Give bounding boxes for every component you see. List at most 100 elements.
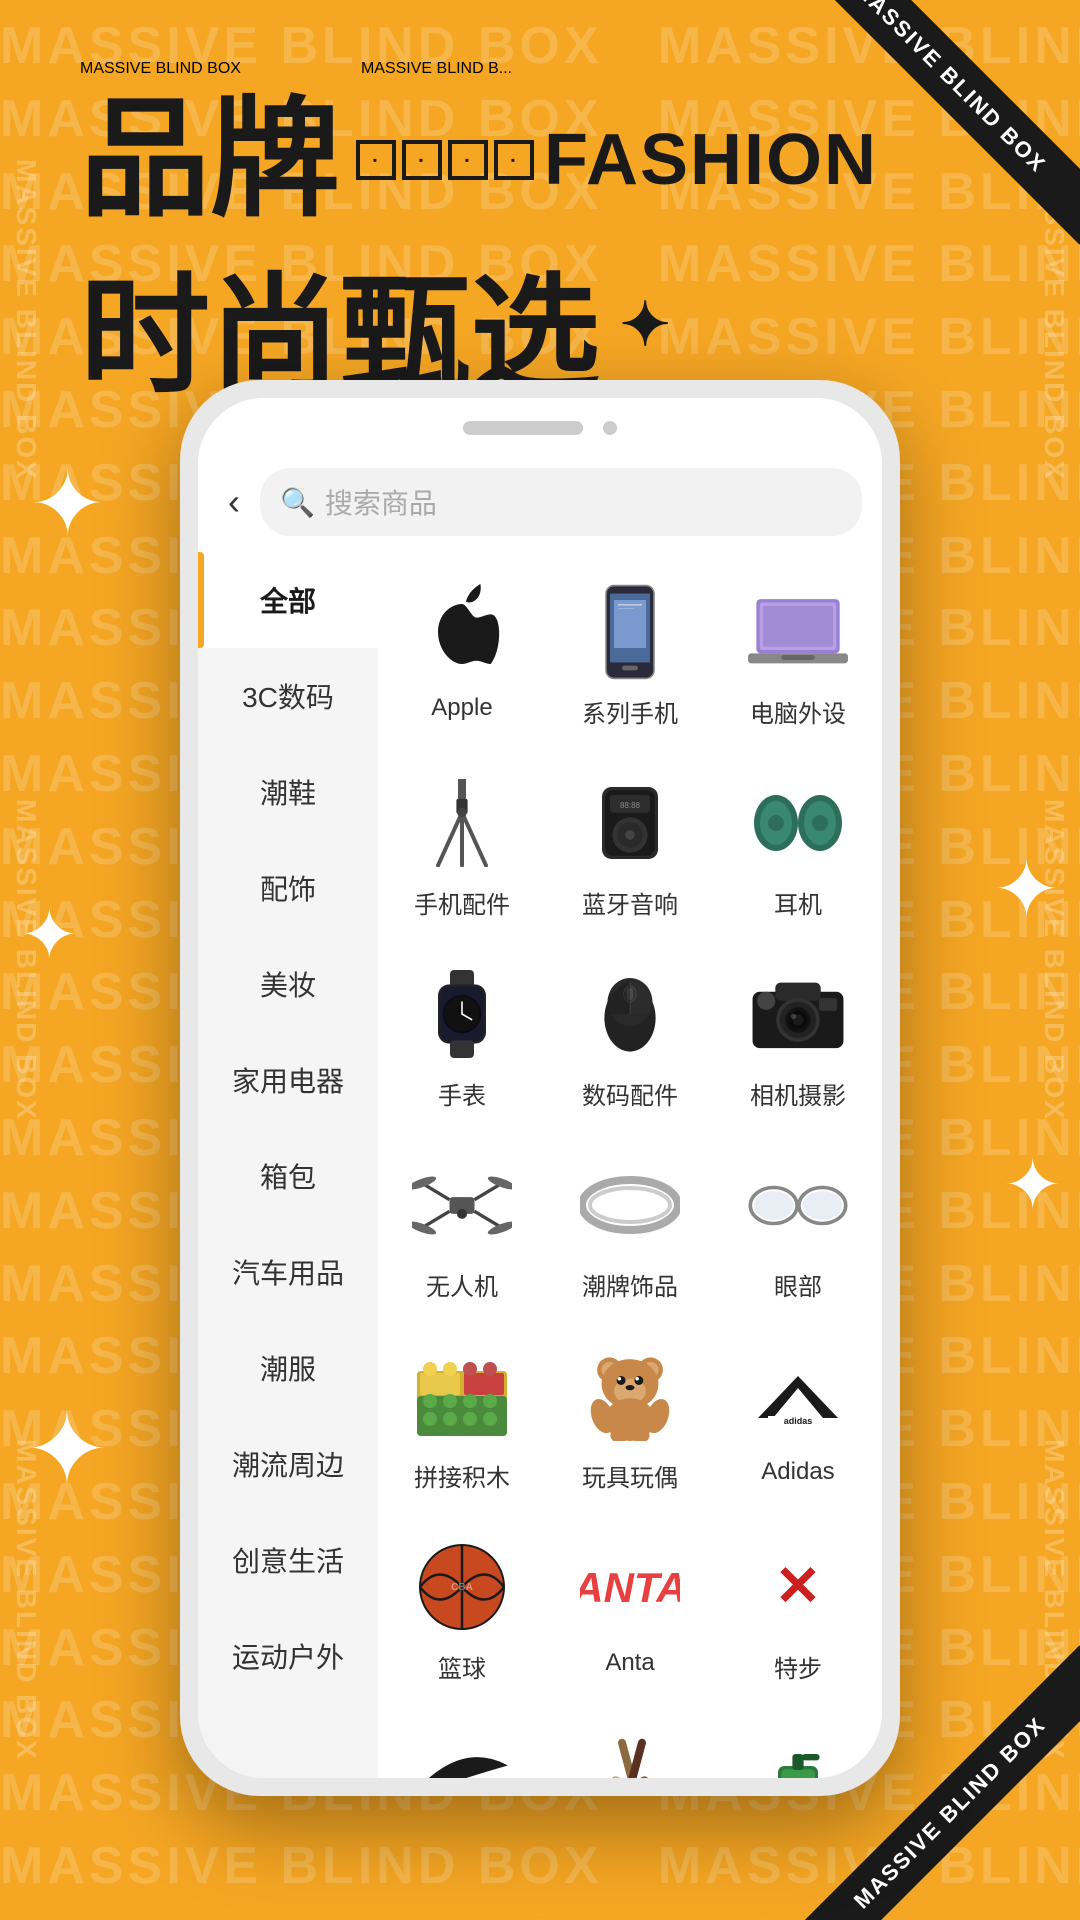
tripod-icon-wrap	[412, 773, 512, 873]
svg-text:88:88: 88:88	[620, 801, 641, 810]
category-mouse[interactable]: 数码配件	[546, 944, 714, 1135]
category-anta[interactable]: ANTA Anta	[546, 1517, 714, 1708]
category-laptop[interactable]: 电脑外设	[714, 562, 882, 753]
speaker-icon: 88:88	[594, 783, 666, 863]
apple-label: Apple	[431, 694, 492, 722]
anta-brand-icon: ANTA	[580, 1557, 680, 1617]
sidebar-item-makeup[interactable]: 美妆	[198, 936, 378, 1032]
basketball-icon: CBA	[417, 1542, 507, 1632]
qr-icons: ▪ ▪ ▪ ▪	[356, 140, 534, 180]
phone-outer: ‹ 🔍 搜索商品 全部 3C数码 潮鞋 配饰 美妆 家用电器 箱包 汽车用品	[180, 380, 900, 1796]
qr-box-3: ▪	[448, 140, 488, 180]
earbuds-label: 耳机	[774, 885, 822, 920]
teddy-icon-wrap	[580, 1346, 680, 1446]
svg-text:CBA: CBA	[451, 1582, 473, 1593]
glasses-icon	[748, 1183, 848, 1228]
diagonal-banner-top-right: MASSIVE BLIND BOX	[760, 0, 1080, 320]
bracelet-label: 潮牌饰品	[582, 1267, 678, 1302]
category-grid: Apple	[378, 562, 882, 1778]
apple-icon-wrap	[412, 582, 512, 682]
lego-icon	[412, 1351, 512, 1441]
content-area: Apple	[378, 552, 882, 1778]
back-button[interactable]: ‹	[218, 481, 250, 523]
sidebar-item-all[interactable]: 全部	[198, 552, 378, 648]
xtep-icon: ✕	[748, 1557, 848, 1617]
sidebar-item-shoes[interactable]: 潮鞋	[198, 744, 378, 840]
header-top-label-1: MASSIVE BLIND BOX	[80, 60, 241, 78]
shampoo-icon	[770, 1734, 826, 1778]
category-bracelet[interactable]: 潮牌饰品	[546, 1135, 714, 1326]
laptop-label: 电脑外设	[750, 694, 846, 729]
category-phone[interactable]: 系列手机	[546, 562, 714, 753]
teddy-icon	[590, 1352, 670, 1441]
category-camera[interactable]: 相机摄影	[714, 944, 882, 1135]
laptop-icon-wrap	[748, 582, 848, 682]
category-basketball[interactable]: CBA 篮球	[378, 1517, 546, 1708]
phone-icon	[602, 584, 658, 680]
phone-mockup: ‹ 🔍 搜索商品 全部 3C数码 潮鞋 配饰 美妆 家用电器 箱包 汽车用品	[180, 380, 900, 1796]
apple-icon	[422, 584, 502, 680]
category-tripod[interactable]: 手机配件	[378, 753, 546, 944]
category-brush[interactable]: 修容	[546, 1708, 714, 1778]
camera-icon-wrap	[748, 964, 848, 1064]
camera-icon	[748, 978, 848, 1051]
phone-notch	[198, 398, 882, 458]
sidebar-item-creative[interactable]: 创意生活	[198, 1512, 378, 1608]
phone-inner: ‹ 🔍 搜索商品 全部 3C数码 潮鞋 配饰 美妆 家用电器 箱包 汽车用品	[198, 398, 882, 1778]
sidebar-item-appliances[interactable]: 家用电器	[198, 1032, 378, 1128]
tripod-icon	[430, 779, 494, 867]
watch-label: 手表	[438, 1076, 486, 1111]
qr-box-4: ▪	[494, 140, 534, 180]
category-earbuds[interactable]: 耳机	[714, 753, 882, 944]
speaker-label: 蓝牙音响	[582, 885, 678, 920]
category-xtep[interactable]: ✕ 特步	[714, 1517, 882, 1708]
drone-icon	[412, 1172, 512, 1239]
glasses-label: 眼部	[774, 1267, 822, 1302]
notch-bar	[463, 421, 583, 435]
lego-label: 拼接积木	[414, 1458, 510, 1493]
qr-box-2: ▪	[402, 140, 442, 180]
sidebar-item-fashion[interactable]: 潮服	[198, 1320, 378, 1416]
sparkle-icon-left-1: ✦	[30, 460, 105, 550]
category-apple[interactable]: Apple	[378, 562, 546, 753]
mouse-icon	[598, 970, 662, 1058]
search-placeholder: 搜索商品	[325, 482, 437, 522]
adidas-icon-wrap: adidas	[748, 1346, 848, 1446]
adidas-label: Adidas	[761, 1458, 834, 1486]
brush-icon	[580, 1728, 680, 1778]
main-layout: 全部 3C数码 潮鞋 配饰 美妆 家用电器 箱包 汽车用品 潮服 潮流周边 创意…	[198, 552, 882, 1778]
category-adidas[interactable]: adidas Adidas	[714, 1326, 882, 1517]
xtep-icon-wrap: ✕	[748, 1537, 848, 1637]
category-glasses[interactable]: 眼部	[714, 1135, 882, 1326]
camera-label: 相机摄影	[750, 1076, 846, 1111]
search-input-wrap[interactable]: 🔍 搜索商品	[260, 468, 862, 536]
shampoo-icon-wrap	[748, 1728, 848, 1778]
watch-icon	[430, 970, 494, 1058]
adidas-icon: adidas	[748, 1366, 848, 1426]
lego-icon-wrap	[412, 1346, 512, 1446]
category-lego[interactable]: 拼接积木	[378, 1326, 546, 1517]
glasses-icon-wrap	[748, 1155, 848, 1255]
laptop-icon	[748, 595, 848, 670]
drone-label: 无人机	[426, 1267, 498, 1302]
sidebar-item-auto[interactable]: 汽车用品	[198, 1224, 378, 1320]
anta-label: Anta	[605, 1649, 654, 1677]
category-speaker[interactable]: 88:88 蓝牙音响	[546, 753, 714, 944]
sidebar-item-bags[interactable]: 箱包	[198, 1128, 378, 1224]
phone-icon-wrap	[580, 582, 680, 682]
qr-box-1: ▪	[356, 140, 396, 180]
mouse-label: 数码配件	[582, 1076, 678, 1111]
category-shampoo[interactable]: 洗发护发	[714, 1708, 882, 1778]
header-top-label-2: MASSIVE BLIND B...	[361, 60, 512, 78]
sidebar-item-trendy[interactable]: 潮流周边	[198, 1416, 378, 1512]
category-drone[interactable]: 无人机	[378, 1135, 546, 1326]
category-nike[interactable]: Nike	[378, 1708, 546, 1778]
sidebar-item-sports[interactable]: 运动户外	[198, 1608, 378, 1704]
sidebar-item-3c[interactable]: 3C数码	[198, 648, 378, 744]
anta-icon-wrap: ANTA	[580, 1537, 680, 1637]
category-teddy[interactable]: 玩具玩偶	[546, 1326, 714, 1517]
bracelet-icon-wrap	[580, 1155, 680, 1255]
category-watch[interactable]: 手表	[378, 944, 546, 1135]
sidebar-item-accessories[interactable]: 配饰	[198, 840, 378, 936]
phone-label: 系列手机	[582, 694, 678, 729]
